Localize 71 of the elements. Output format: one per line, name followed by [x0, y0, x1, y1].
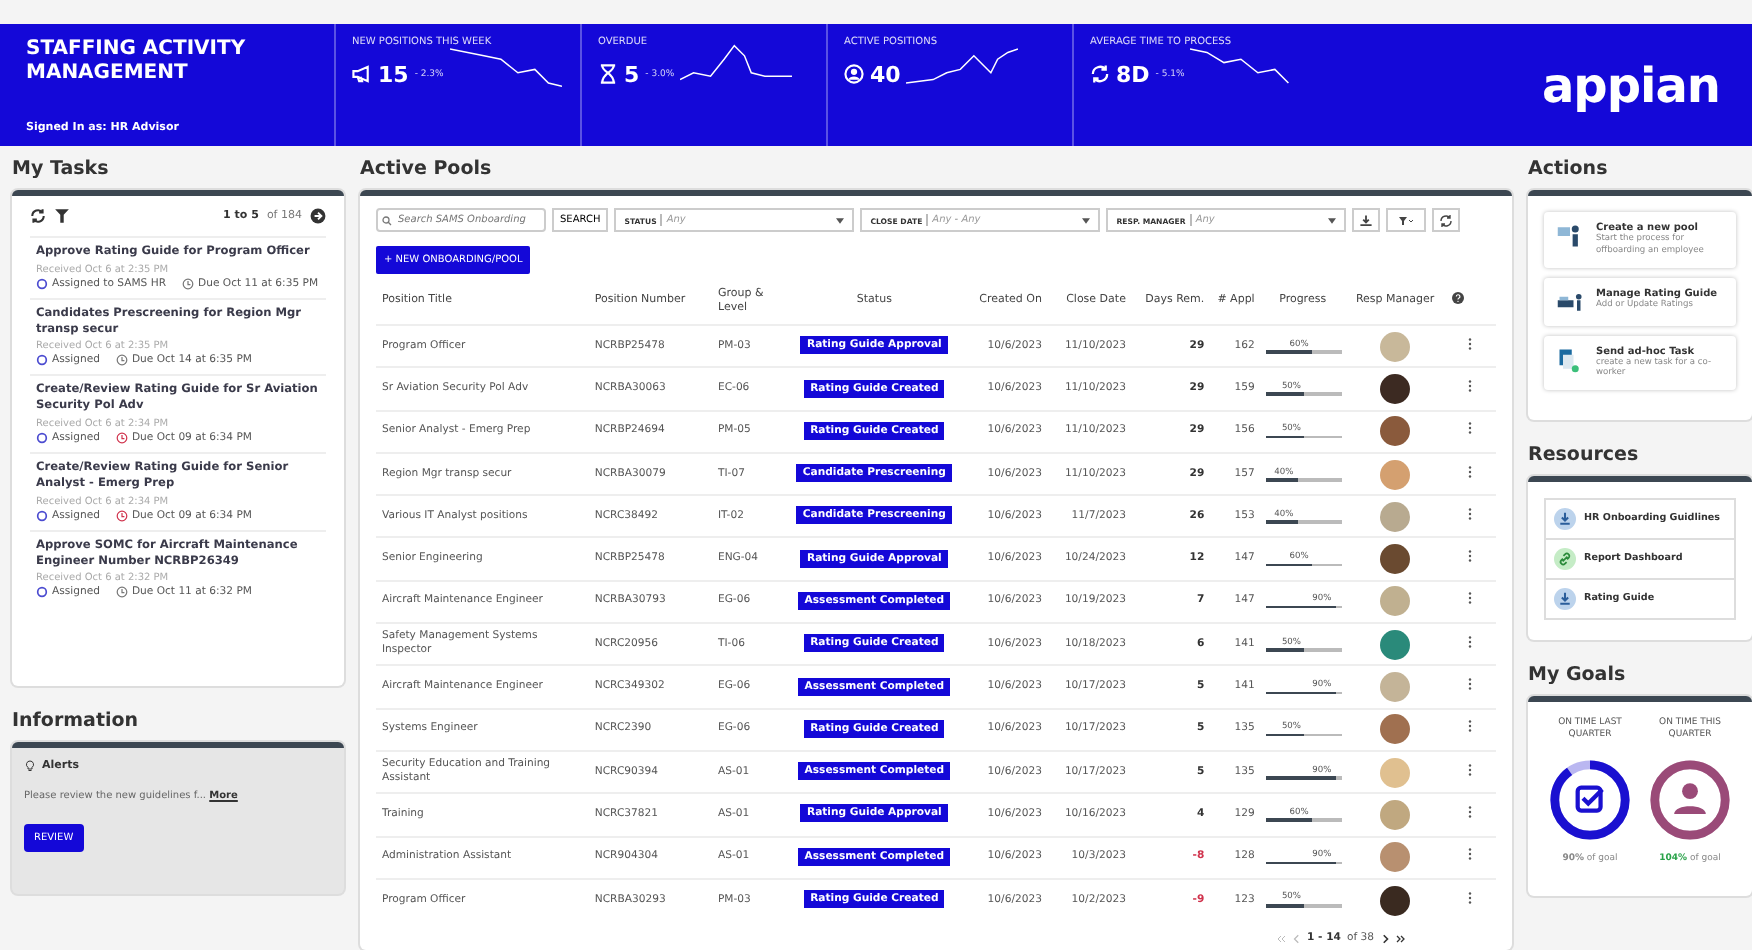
- more-icon[interactable]: [1468, 678, 1473, 691]
- megaphone-icon: [352, 64, 372, 84]
- section-heading: Resources: [1528, 444, 1641, 467]
- download-button[interactable]: [1352, 208, 1381, 232]
- refresh-icon: [1090, 64, 1110, 84]
- section-heading: Active Pools: [360, 158, 494, 180]
- caret-icon: [1328, 217, 1337, 223]
- status-circle-icon: [36, 354, 48, 367]
- more-icon[interactable]: [1468, 720, 1473, 733]
- more-icon[interactable]: [1468, 805, 1473, 818]
- person-icon: [1674, 783, 1706, 815]
- more-icon[interactable]: [1468, 635, 1473, 648]
- more-icon[interactable]: [1468, 592, 1473, 605]
- filter-menu-button[interactable]: [1386, 208, 1427, 232]
- lightbulb-icon: [24, 760, 36, 772]
- avatar: [1380, 629, 1411, 660]
- document-icon: [1556, 345, 1584, 374]
- avatar: [1380, 885, 1411, 915]
- status-circle-icon: [36, 432, 48, 445]
- kpi-value: 15: [378, 61, 409, 87]
- avatar: [1380, 459, 1411, 490]
- filter-icon[interactable]: [54, 208, 70, 224]
- refresh-icon[interactable]: [30, 208, 46, 224]
- avatar: [1380, 842, 1411, 873]
- kpi-value: 40: [870, 61, 901, 87]
- avatar: [1380, 672, 1411, 703]
- refresh-button[interactable]: [1432, 208, 1461, 232]
- app-title: STAFFING ACTIVITY MANAGEMENT: [26, 38, 246, 86]
- avatar: [1380, 416, 1411, 447]
- avatar: [1380, 544, 1411, 575]
- status-circle-icon: [36, 509, 48, 522]
- last-page-icon[interactable]: [1396, 933, 1406, 944]
- download-icon: [1554, 588, 1576, 611]
- more-icon[interactable]: [1468, 891, 1473, 904]
- next-page-icon[interactable]: [1380, 933, 1390, 944]
- checkbox-icon: [1575, 785, 1604, 814]
- more-icon[interactable]: [1468, 763, 1473, 776]
- avatar: [1380, 373, 1411, 404]
- link-icon: [1554, 548, 1576, 571]
- section-heading: Actions: [1528, 158, 1610, 180]
- download-icon: [1358, 213, 1375, 227]
- download-icon: [1554, 508, 1576, 531]
- logo: appian: [1541, 57, 1720, 113]
- avatar: [1380, 586, 1411, 617]
- section-heading: My Goals: [1528, 664, 1628, 687]
- avatar: [1380, 714, 1411, 745]
- search-icon: [382, 215, 392, 225]
- person-board-icon: [1556, 222, 1584, 250]
- refresh-icon: [1438, 213, 1455, 227]
- more-icon[interactable]: [1468, 380, 1473, 392]
- more-icon[interactable]: [1468, 848, 1473, 861]
- more-icon[interactable]: [1468, 422, 1473, 435]
- more-icon[interactable]: [1468, 550, 1473, 563]
- more-icon[interactable]: [1468, 337, 1473, 350]
- more-icon[interactable]: [1468, 507, 1473, 520]
- avatar: [1380, 757, 1411, 788]
- avatar: [1380, 501, 1411, 532]
- section-heading: My Tasks: [12, 158, 111, 180]
- hourglass-icon: [598, 64, 618, 84]
- kpi-value: 5: [624, 61, 640, 87]
- status-circle-icon: [36, 586, 48, 599]
- status-circle-icon: [36, 277, 48, 290]
- avatar: [1380, 331, 1411, 362]
- avatar: [1380, 799, 1411, 830]
- kpi-value: 8D: [1116, 61, 1150, 87]
- help-icon[interactable]: [1451, 292, 1464, 305]
- user-icon: [844, 64, 864, 84]
- caret-icon: [836, 217, 845, 223]
- more-icon[interactable]: [1468, 465, 1473, 478]
- caret-icon: [1082, 217, 1091, 223]
- section-heading: Information: [12, 710, 141, 732]
